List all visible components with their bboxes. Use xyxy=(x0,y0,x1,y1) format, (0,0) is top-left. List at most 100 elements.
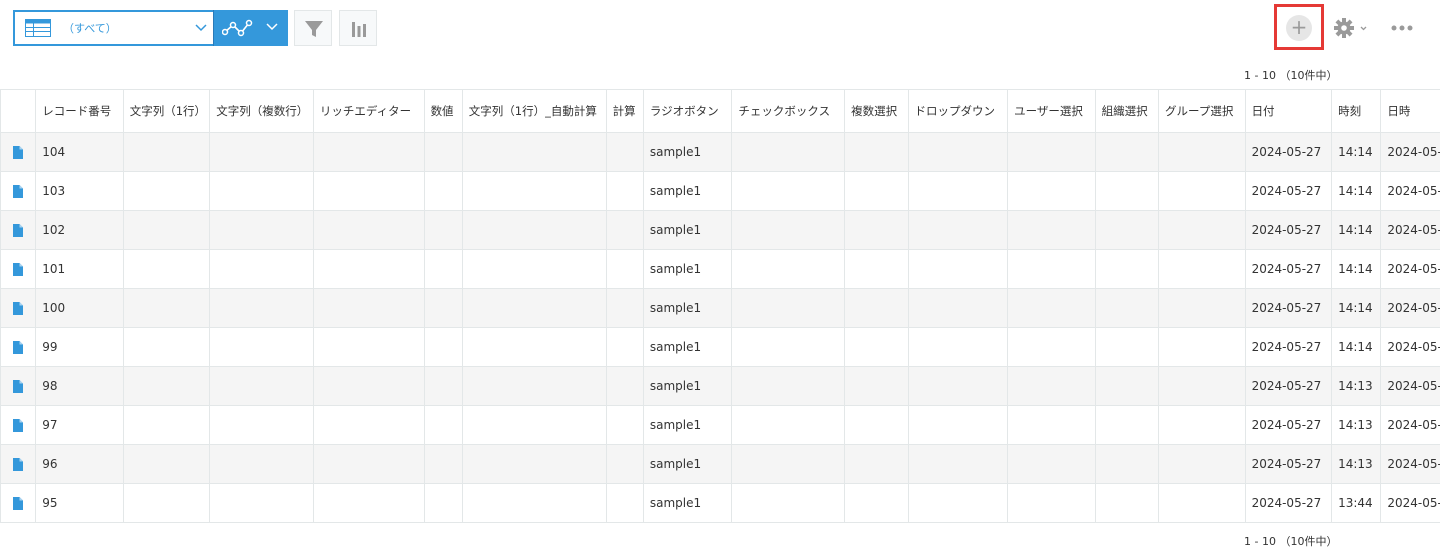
table-cell xyxy=(312,444,425,484)
table-cell xyxy=(1158,210,1246,250)
column-header[interactable]: ユーザー選択 xyxy=(1007,89,1096,133)
column-header[interactable]: ラジオボタン xyxy=(642,89,733,133)
table-cell xyxy=(1007,405,1096,445)
settings-button[interactable] xyxy=(1333,16,1369,40)
column-header[interactable]: 計算 xyxy=(605,89,644,133)
table-cell xyxy=(312,405,425,445)
table-cell xyxy=(1158,444,1246,484)
table-cell xyxy=(731,249,846,289)
record-detail-link[interactable] xyxy=(0,327,37,367)
table-cell xyxy=(461,132,607,172)
table-cell xyxy=(122,210,211,250)
table-cell xyxy=(1158,132,1246,172)
table-cell xyxy=(1094,132,1160,172)
table-cell xyxy=(1007,288,1096,328)
table-cell xyxy=(1094,171,1160,211)
table-row[interactable]: 95 sample1 2024-05-2713:442024-05-27 xyxy=(0,483,1440,523)
table-cell xyxy=(1158,405,1246,445)
table-row[interactable]: 101 sample1 2024-05-2714:142024-05-27 xyxy=(0,249,1440,289)
table-cell: 100 xyxy=(35,288,124,328)
document-icon xyxy=(13,263,24,277)
table-cell: sample1 xyxy=(642,405,733,445)
table-cell: 2024-05-27 xyxy=(1244,405,1333,445)
table-row[interactable]: 97 sample1 2024-05-2714:132024-05-27 xyxy=(0,405,1440,445)
graph-select[interactable] xyxy=(213,10,288,46)
table-cell xyxy=(731,210,846,250)
column-header[interactable]: 日時 xyxy=(1380,89,1440,133)
table-row[interactable]: 103 sample1 2024-05-2714:142024-05-27 xyxy=(0,171,1440,211)
table-cell xyxy=(122,132,211,172)
table-cell xyxy=(122,327,211,367)
table-row[interactable]: 96 sample1 2024-05-2714:132024-05-27 xyxy=(0,444,1440,484)
table-cell xyxy=(907,444,1009,484)
column-header[interactable]: 複数選択 xyxy=(844,89,909,133)
record-detail-link[interactable] xyxy=(0,210,37,250)
column-header[interactable]: チェックボックス xyxy=(731,89,846,133)
table-cell xyxy=(1158,249,1246,289)
table-cell xyxy=(122,288,211,328)
table-cell xyxy=(907,171,1009,211)
record-detail-link[interactable] xyxy=(0,483,37,523)
column-header[interactable]: 日付 xyxy=(1244,89,1333,133)
table-cell xyxy=(423,288,463,328)
column-header[interactable]: 時刻 xyxy=(1331,89,1382,133)
table-cell xyxy=(907,132,1009,172)
record-detail-link[interactable] xyxy=(0,288,37,328)
table-cell: 2024-05-27 xyxy=(1244,444,1333,484)
table-cell xyxy=(1094,366,1160,406)
chart-button[interactable] xyxy=(339,10,377,46)
add-record-button[interactable]: + xyxy=(1286,15,1312,41)
table-row[interactable]: 104 sample1 2024-05-2714:142024-05-27 xyxy=(0,132,1440,172)
record-detail-link[interactable] xyxy=(0,132,37,172)
column-header[interactable]: 文字列（1行） xyxy=(122,89,211,133)
filter-button[interactable] xyxy=(294,10,332,46)
column-header[interactable]: 数値 xyxy=(423,89,463,133)
table-cell xyxy=(423,171,463,211)
document-icon xyxy=(13,302,24,316)
table-cell xyxy=(312,171,425,211)
table-cell xyxy=(461,288,607,328)
column-header[interactable]: 文字列（複数行） xyxy=(209,89,314,133)
table-cell: 2024-05-27 xyxy=(1380,483,1440,523)
table-cell: 104 xyxy=(35,132,124,172)
table-cell: 14:14 xyxy=(1331,327,1382,367)
record-detail-link[interactable] xyxy=(0,366,37,406)
table-cell: 101 xyxy=(35,249,124,289)
column-header[interactable]: 文字列（1行）_自動計算 xyxy=(461,89,607,133)
table-cell xyxy=(731,405,846,445)
table-cell: 2024-05-27 xyxy=(1380,288,1440,328)
column-header[interactable]: リッチエディター xyxy=(312,89,425,133)
table-cell xyxy=(1158,483,1246,523)
table-row[interactable]: 99 sample1 2024-05-2714:142024-05-27 xyxy=(0,327,1440,367)
table-cell xyxy=(1158,327,1246,367)
table-cell: 102 xyxy=(35,210,124,250)
record-detail-link[interactable] xyxy=(0,405,37,445)
table-cell xyxy=(423,444,463,484)
table-cell: 2024-05-27 xyxy=(1380,444,1440,484)
table-cell xyxy=(122,366,211,406)
table-row[interactable]: 98 sample1 2024-05-2714:132024-05-27 xyxy=(0,366,1440,406)
table-cell xyxy=(907,405,1009,445)
table-cell: 14:14 xyxy=(1331,210,1382,250)
table-cell xyxy=(731,444,846,484)
document-icon xyxy=(13,380,24,394)
table-cell xyxy=(1007,171,1096,211)
record-detail-link[interactable] xyxy=(0,171,37,211)
table-cell: 2024-05-27 xyxy=(1244,483,1333,523)
record-detail-link[interactable] xyxy=(0,249,37,289)
table-cell xyxy=(312,210,425,250)
more-button[interactable] xyxy=(1390,18,1414,38)
column-header[interactable]: ドロップダウン xyxy=(907,89,1009,133)
table-row[interactable]: 100 sample1 2024-05-2714:142024-05-27 xyxy=(0,288,1440,328)
table-row[interactable]: 102 sample1 2024-05-2714:142024-05-27 xyxy=(0,210,1440,250)
column-header[interactable]: 組織選択 xyxy=(1094,89,1160,133)
view-select[interactable]: （すべて） xyxy=(13,10,213,46)
table-cell xyxy=(1007,132,1096,172)
record-detail-link[interactable] xyxy=(0,444,37,484)
table-cell xyxy=(423,483,463,523)
column-header[interactable]: グループ選択 xyxy=(1158,89,1246,133)
column-header[interactable]: レコード番号 xyxy=(35,89,124,133)
table-cell xyxy=(907,483,1009,523)
table-cell: sample1 xyxy=(642,288,733,328)
table-cell xyxy=(209,483,314,523)
